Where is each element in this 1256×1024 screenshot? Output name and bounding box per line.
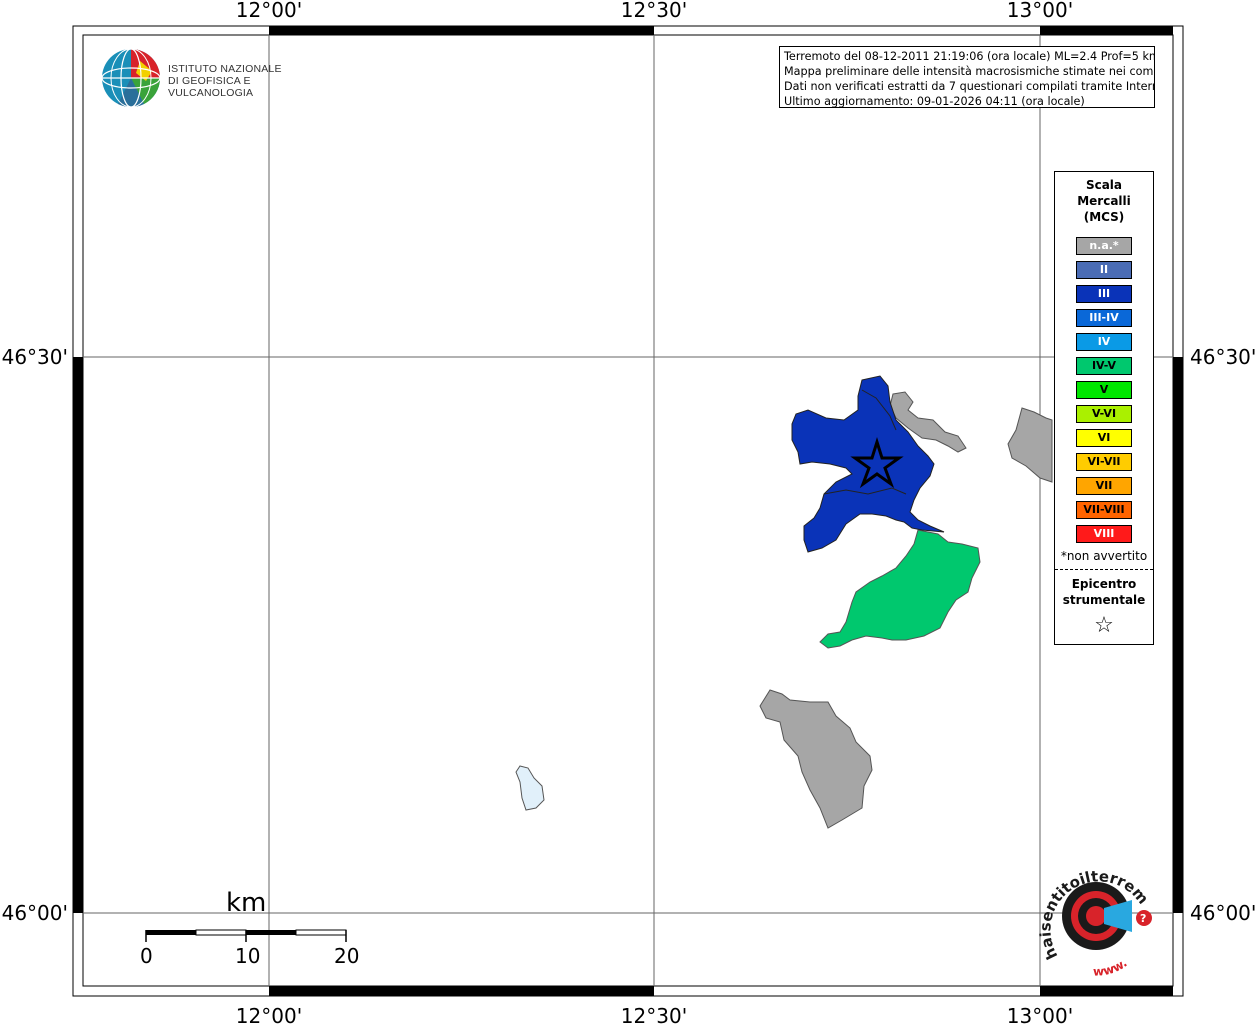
scale-segment xyxy=(246,930,296,935)
svg-text:?: ? xyxy=(1140,912,1146,925)
frame-bar-bottom xyxy=(269,986,654,996)
scale-bar-label: 0 xyxy=(140,944,153,968)
scale-segment xyxy=(195,929,247,936)
legend-items: n.a.* II III III-IV IV IV-V V V-VI VI VI-VII VII VI… xyxy=(1055,237,1153,543)
event-info-box: Terremoto del 08-12-2011 21:19:06 (ora l… xyxy=(779,46,1155,108)
lat-label-left: 46°00' xyxy=(2,901,68,925)
legend-item: VII-VIII xyxy=(1076,501,1132,519)
scale-segment xyxy=(295,929,347,936)
event-info-line: Mappa preliminare delle intensità macros… xyxy=(784,65,1155,78)
legend-item: III-IV xyxy=(1076,309,1132,327)
lon-label-top: 12°00' xyxy=(236,0,302,22)
ingv-name: ISTITUTO NAZIONALE DI GEOFISICA E VULCAN… xyxy=(168,63,320,99)
hst-logo-www: www. xyxy=(1093,956,1130,976)
lat-label-left: 46°30' xyxy=(2,345,68,369)
lon-label-top: 13°00' xyxy=(1007,0,1073,22)
ingv-globe-icon xyxy=(101,48,161,108)
legend-title: Scala Mercalli (MCS) xyxy=(1055,177,1153,225)
event-info-line: Terremoto del 08-12-2011 21:19:06 (ora l… xyxy=(784,50,1155,63)
legend-title-line: Scala xyxy=(1085,178,1123,192)
legend-item: III xyxy=(1076,285,1132,303)
legend-title-line: (MCS) xyxy=(1083,210,1125,224)
legend-item: II xyxy=(1076,261,1132,279)
legend-item: VII xyxy=(1076,477,1132,495)
frame-bar-top-right xyxy=(1040,26,1173,35)
ingv-logo: ISTITUTO NAZIONALE DI GEOFISICA E VULCAN… xyxy=(100,47,320,109)
legend-item: VI xyxy=(1076,429,1132,447)
map-frame xyxy=(72,25,1184,997)
intensity-legend: Scala Mercalli (MCS) n.a.* II III III-IV IV I… xyxy=(1054,171,1154,645)
legend-title-line: Mercalli xyxy=(1077,194,1131,208)
ingv-name-line: ISTITUTO NAZIONALE xyxy=(168,63,282,75)
legend-note: *non avvertito xyxy=(1060,549,1148,563)
lat-label-right: 46°00' xyxy=(1190,901,1256,925)
hst-logo-graphic: ? haisentitoilterremoto.it www. xyxy=(1031,850,1152,979)
scale-segment xyxy=(146,930,196,935)
lon-label-bottom: 12°30' xyxy=(621,1004,687,1024)
frame-bar-bottom-right xyxy=(1040,986,1173,996)
frame-bar-top xyxy=(269,26,654,35)
frame-bar-right xyxy=(1173,357,1183,913)
ingv-name-line: DI GEOFISICA E VULCANOLOGIA xyxy=(168,75,254,99)
legend-item: V xyxy=(1076,381,1132,399)
legend-item: VI-VII xyxy=(1076,453,1132,471)
scale-bar-label: 10 xyxy=(235,944,261,968)
legend-divider xyxy=(1055,569,1153,570)
lat-label-right: 46°30' xyxy=(1190,345,1256,369)
frame-bar-left xyxy=(73,357,83,913)
scale-bar-title: km xyxy=(226,888,267,918)
legend-epicenter-label: Epicentro strumentale xyxy=(1055,576,1153,608)
lon-label-bottom: 12°00' xyxy=(236,1004,302,1024)
event-info-line: Ultimo aggiornamento: 09-01-2026 04:11 (… xyxy=(784,95,1085,108)
legend-epicenter-line: strumentale xyxy=(1062,593,1146,607)
legend-item: IV xyxy=(1076,333,1132,351)
hst-logo: ? haisentitoilterremoto.it www. xyxy=(1031,850,1162,979)
legend-item: n.a.* xyxy=(1076,237,1132,255)
lon-label-top: 12°30' xyxy=(621,0,687,22)
legend-item: VIII xyxy=(1076,525,1132,543)
event-info-line: Dati non verificati estratti da 7 questi… xyxy=(784,80,1155,93)
lon-label-bottom: 13°00' xyxy=(1007,1004,1073,1024)
legend-star-icon: ☆ xyxy=(1094,613,1114,638)
legend-epicenter-line: Epicentro xyxy=(1071,577,1137,591)
legend-item: IV-V xyxy=(1076,357,1132,375)
scale-bar-label: 20 xyxy=(334,944,360,968)
legend-item: V-VI xyxy=(1076,405,1132,423)
